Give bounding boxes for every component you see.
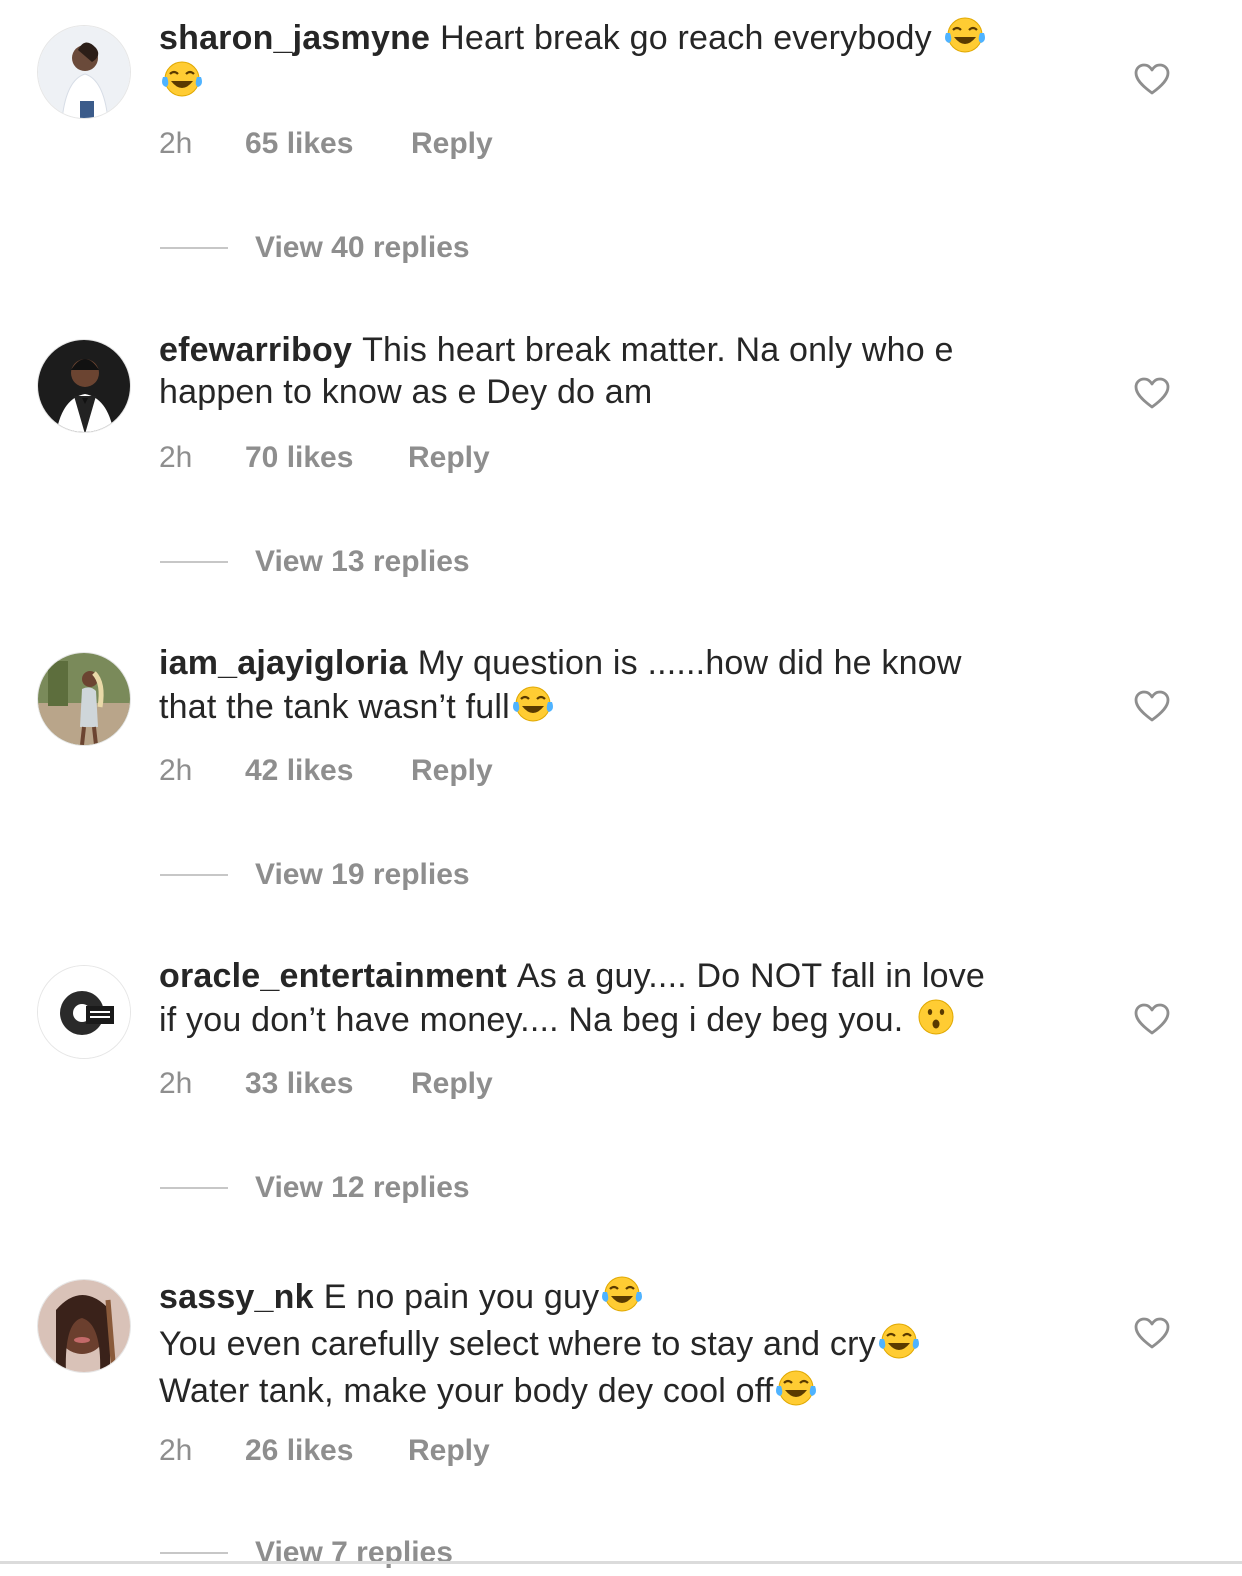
comment-body: sharon_jasmyne Heart break go reach every… — [159, 15, 1099, 103]
comment-meta: 2h 70 likes Reply — [159, 441, 490, 475]
laugh-emoji-icon — [942, 15, 988, 55]
comment-username[interactable]: oracle_entertainment — [159, 957, 507, 995]
comment-text: This heart break matter. Na only who e — [362, 331, 954, 369]
comment-text: E no pain you guy — [323, 1278, 600, 1316]
comment-username[interactable]: sharon_jasmyne — [159, 19, 430, 57]
comment-likes[interactable]: 26 likes — [245, 1434, 408, 1468]
comment-text: that the tank wasn’t full — [159, 688, 510, 726]
comment-text: As a guy.... Do NOT fall in love — [516, 957, 986, 995]
laugh-emoji-icon — [159, 59, 205, 99]
comments-list: sharon_jasmyne Heart break go reach every… — [0, 0, 1242, 1576]
view-replies-label: View 12 replies — [255, 1171, 470, 1204]
comment-text: Heart break go reach everybody — [440, 19, 932, 57]
replies-divider — [160, 1552, 228, 1554]
bottom-divider — [0, 1561, 1242, 1564]
comment-text: happen to know as e Dey do am — [159, 373, 653, 411]
reply-button[interactable]: Reply — [411, 1067, 493, 1101]
replies-divider — [160, 561, 228, 563]
comment-username[interactable]: efewarriboy — [159, 331, 352, 369]
comment-time: 2h — [159, 1434, 193, 1467]
comment-time: 2h — [159, 441, 193, 474]
reply-button[interactable]: Reply — [408, 1434, 490, 1468]
view-replies-button[interactable]: View 7 replies — [160, 1536, 453, 1570]
comment-body: iam_ajayigloria My question is ......how … — [159, 642, 1099, 728]
laugh-emoji-icon — [510, 684, 556, 724]
replies-divider — [160, 1187, 228, 1189]
avatar[interactable] — [37, 1279, 131, 1373]
comment-body: efewarriboy This heart break matter. Na o… — [159, 329, 1099, 413]
comment-body: oracle_entertainment As a guy.... Do NOT … — [159, 955, 1099, 1041]
comment-likes[interactable]: 65 likes — [245, 127, 411, 161]
avatar[interactable] — [37, 965, 131, 1059]
comment-time: 2h — [159, 1067, 193, 1100]
view-replies-button[interactable]: View 40 replies — [160, 231, 470, 265]
heart-outline-icon[interactable] — [1133, 376, 1171, 410]
comment-time: 2h — [159, 127, 193, 160]
heart-outline-icon[interactable] — [1133, 62, 1171, 96]
view-replies-label: View 40 replies — [255, 231, 470, 264]
comment-meta: 2h 26 likes Reply — [159, 1434, 490, 1468]
hushed-face-icon — [913, 997, 959, 1037]
comment-username[interactable]: sassy_nk — [159, 1278, 314, 1316]
avatar[interactable] — [37, 25, 131, 119]
avatar[interactable] — [37, 339, 131, 433]
avatar[interactable] — [37, 652, 131, 746]
replies-divider — [160, 247, 228, 249]
laugh-emoji-icon — [599, 1274, 645, 1314]
laugh-emoji-icon — [876, 1321, 922, 1361]
heart-outline-icon[interactable] — [1133, 1316, 1171, 1350]
comment-likes[interactable]: 42 likes — [245, 754, 411, 788]
comment-text: if you don’t have money.... Na beg i dey… — [159, 1001, 904, 1039]
comment-likes[interactable]: 33 likes — [245, 1067, 411, 1101]
reply-button[interactable]: Reply — [411, 127, 493, 161]
reply-button[interactable]: Reply — [411, 754, 493, 788]
laugh-emoji-icon — [773, 1368, 819, 1408]
comment-meta: 2h 65 likes Reply — [159, 127, 493, 161]
reply-button[interactable]: Reply — [408, 441, 490, 475]
view-replies-label: View 13 replies — [255, 545, 470, 578]
view-replies-label: View 7 replies — [255, 1536, 453, 1569]
view-replies-button[interactable]: View 12 replies — [160, 1171, 470, 1205]
comment-text: My question is ......how did he know — [417, 644, 962, 682]
view-replies-label: View 19 replies — [255, 858, 470, 891]
replies-divider — [160, 874, 228, 876]
view-replies-button[interactable]: View 13 replies — [160, 545, 470, 579]
view-replies-button[interactable]: View 19 replies — [160, 858, 470, 892]
comment-time: 2h — [159, 754, 193, 787]
comment-likes[interactable]: 70 likes — [245, 441, 408, 475]
comment-meta: 2h 33 likes Reply — [159, 1067, 493, 1101]
comment-text: You even carefully select where to stay … — [159, 1325, 876, 1363]
comment-body: sassy_nk E no pain you guy You even caref… — [159, 1274, 1099, 1415]
comment-text: Water tank, make your body dey cool off — [159, 1372, 774, 1410]
comment-username[interactable]: iam_ajayigloria — [159, 644, 408, 682]
heart-outline-icon[interactable] — [1133, 689, 1171, 723]
heart-outline-icon[interactable] — [1133, 1002, 1171, 1036]
comment-meta: 2h 42 likes Reply — [159, 754, 493, 788]
